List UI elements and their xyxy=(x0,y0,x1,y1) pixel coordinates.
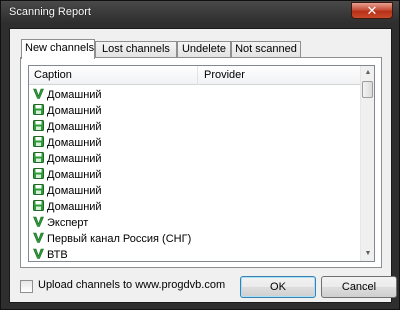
channel-caption: Домашний xyxy=(47,201,102,213)
list-item[interactable]: Домашний xyxy=(29,167,361,183)
dialog-client-area: New channels Lost channels Undelete Not … xyxy=(9,28,397,303)
window-title: Scanning Report xyxy=(9,6,91,18)
list-item[interactable]: Эксперт xyxy=(29,215,361,231)
column-header-caption[interactable]: Caption xyxy=(29,66,198,85)
tv-v-icon xyxy=(33,248,44,259)
floppy-icon xyxy=(33,104,44,115)
channel-caption: Домашний xyxy=(47,89,102,101)
scroll-up-icon[interactable]: ▲ xyxy=(361,66,374,80)
column-header-provider[interactable]: Provider xyxy=(199,66,245,85)
dialog-footer: Upload channels to www.progdvb.com OK Ca… xyxy=(10,274,397,298)
channel-caption: Домашний xyxy=(47,185,102,197)
list-item[interactable]: Первый канал Россия (СНГ) xyxy=(29,231,361,247)
channel-caption: Домашний xyxy=(47,105,102,117)
tv-v-icon xyxy=(33,88,44,99)
channel-caption: Эксперт xyxy=(47,217,89,229)
list-item[interactable]: Домашний xyxy=(29,199,361,215)
upload-checkbox-label[interactable]: Upload channels to www.progdvb.com xyxy=(38,279,225,291)
list-item[interactable]: Домашний xyxy=(29,103,361,119)
list-rows: Домашний Домашний Домашний Домашний Домашний… xyxy=(29,87,361,261)
tab-lost-channels[interactable]: Lost channels xyxy=(95,41,177,58)
tv-v-icon xyxy=(33,232,44,243)
cancel-button[interactable]: Cancel xyxy=(321,276,397,298)
tab-not-scanned[interactable]: Not scanned xyxy=(231,41,301,58)
channel-list[interactable]: Caption Provider Домашний Домашний Домашни… xyxy=(28,65,375,262)
tv-v-icon xyxy=(33,216,44,227)
ok-button[interactable]: OK xyxy=(240,276,316,298)
scroll-thumb[interactable] xyxy=(362,81,373,98)
channel-caption: Домашний xyxy=(47,153,102,165)
scroll-down-icon[interactable]: ▼ xyxy=(361,247,374,261)
channel-caption: Домашний xyxy=(47,137,102,149)
list-item[interactable]: Домашний xyxy=(29,119,361,135)
list-item[interactable]: Домашний xyxy=(29,183,361,199)
list-item[interactable]: ВТВ xyxy=(29,247,361,261)
list-item[interactable]: Домашний xyxy=(29,151,361,167)
floppy-icon xyxy=(33,184,44,195)
list-item[interactable]: Домашний xyxy=(29,87,361,103)
list-item[interactable]: Домашний xyxy=(29,135,361,151)
tab-panel: Caption Provider Домашний Домашний Домашни… xyxy=(20,57,382,268)
title-bar[interactable]: Scanning Report ✕ xyxy=(1,1,399,23)
vertical-scrollbar[interactable]: ▲ ▼ xyxy=(360,66,374,261)
close-button[interactable]: ✕ xyxy=(351,2,393,19)
floppy-icon xyxy=(33,120,44,131)
floppy-icon xyxy=(33,200,44,211)
list-header: Caption Provider xyxy=(29,66,361,85)
close-icon: ✕ xyxy=(366,3,378,18)
channel-caption: Первый канал Россия (СНГ) xyxy=(47,233,192,245)
floppy-icon xyxy=(33,136,44,147)
scanning-report-window: Scanning Report ✕ New channels Lost chan… xyxy=(0,0,400,310)
tab-new-channels[interactable]: New channels xyxy=(21,39,95,59)
floppy-icon xyxy=(33,168,44,179)
floppy-icon xyxy=(33,152,44,163)
channel-caption: ВТВ xyxy=(47,249,68,261)
channel-caption: Домашний xyxy=(47,169,102,181)
upload-checkbox[interactable] xyxy=(20,280,33,293)
channel-caption: Домашний xyxy=(47,121,102,133)
tab-undelete[interactable]: Undelete xyxy=(177,41,231,58)
